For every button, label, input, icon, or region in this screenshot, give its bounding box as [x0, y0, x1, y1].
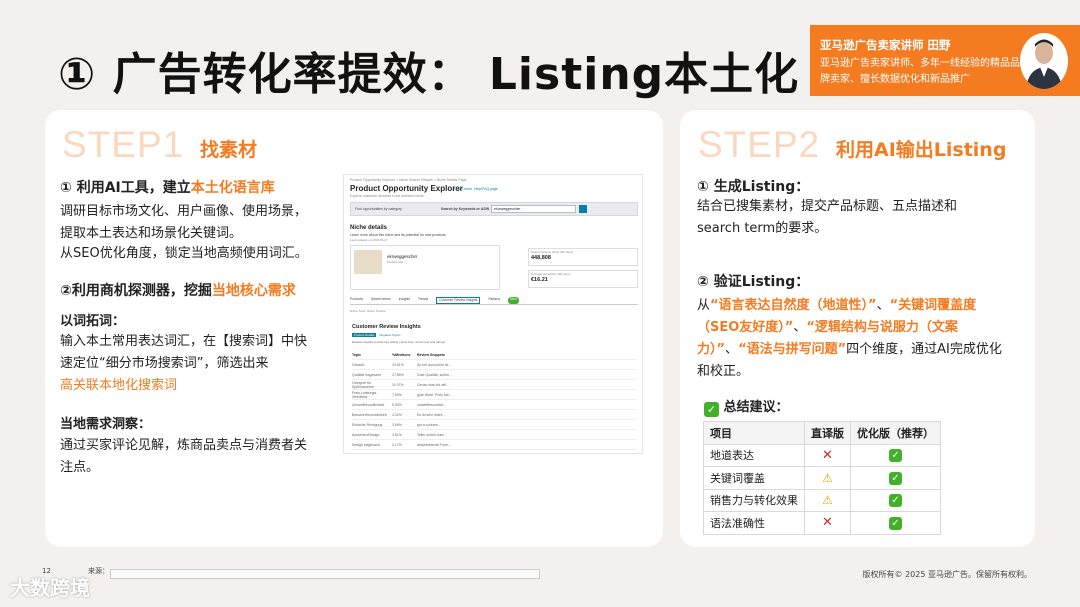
- step2-paragraph-1: 结合已搜集素材，提交产品标题、五点描述和search term的要求。: [697, 199, 958, 236]
- table-row: Design insgesamt 3.17% ansprechende Form..…: [352, 440, 636, 450]
- step1-paragraph-3: 输入本土常用表达词汇，在【搜索词】中快速定位“细分市场搜索词”，筛选出来 高关联本…: [60, 334, 308, 393]
- screenshot-learn-link[interactable]: Learn more: [454, 187, 472, 191]
- metric-average-price: Average price(Past 360 days) €16.21: [528, 270, 638, 288]
- copyright: 版权所有© 2025 亚马逊广告。保留所有权利。: [862, 570, 1032, 579]
- speaker-description: 亚马逊广告卖家讲师、多年一线经验的精品品牌卖家、擅长数据优化和新品推广: [820, 58, 1020, 85]
- table-row: Geeignet für Spülmaschine 11.07% Genau was…: [352, 380, 636, 390]
- tab-products[interactable]: Products: [350, 297, 363, 304]
- table-header: Topic %Mentions Review Snippets: [352, 350, 636, 360]
- cross-icon: ✕: [822, 447, 833, 463]
- step1-label: STEP1: [62, 124, 185, 165]
- find-by-category[interactable]: Find opportunities by category: [355, 207, 402, 211]
- product-details-button[interactable]: Product Details: [352, 333, 377, 337]
- step2-label: STEP2: [698, 124, 821, 165]
- step1-sub-heading-1: 以词拓词：: [60, 314, 126, 329]
- cross-icon: ✕: [822, 515, 833, 531]
- product-opportunity-explorer-screenshot: Product Opportunity Explorer > Niche Sea…: [343, 174, 643, 454]
- check-icon: ✓: [889, 516, 902, 530]
- step2-subtitle: 利用AI输出Listing: [836, 139, 1007, 161]
- screenshot-search-input[interactable]: ekurweggeschier: [491, 205, 576, 213]
- screenshot-breadcrumb: Product Opportunity Explorer > Niche Sea…: [350, 178, 467, 182]
- step2-paragraph-2: 从“语言表达自然度（地道性）”、“关键词覆盖度（SEO友好度）”、“逻辑结构与说…: [697, 298, 1002, 379]
- step2-heading-1: ① 生成Listing：: [697, 179, 810, 195]
- table-row: Umweltfreundlichkeit 5.30% umweltfreundlic…: [352, 400, 636, 410]
- summary-heading: ✓ 总结建议：: [704, 396, 789, 417]
- table-row: 地道表达 ✕ ✓: [703, 443, 941, 467]
- warning-icon: ⚠: [822, 470, 833, 485]
- table-row: 语法准确性 ✕ ✓: [703, 511, 941, 535]
- check-icon: ✓: [889, 494, 902, 508]
- source-box: [110, 569, 540, 579]
- speaker-banner: 亚马逊广告卖家讲师 田野 亚马逊广告卖家讲师、多年一线经验的精品品牌卖家、擅长数…: [810, 25, 1080, 96]
- check-icon: ✓: [889, 471, 902, 485]
- col-item: 项目: [703, 421, 805, 445]
- review-insights-table: Topic %Mentions Review Snippets Gesamt 19.6…: [352, 350, 636, 450]
- slide: ① 广告转化率提效： Listing本土化 亚马逊广告卖家讲师 田野 亚马逊广告…: [0, 0, 1080, 607]
- table-row: Qualität insgesamt 17.89% Gute Qualität, s…: [352, 370, 636, 380]
- avatar: [1020, 33, 1068, 89]
- step1-heading-2: ②利用商机探测器，挖掘当地核心需求: [60, 283, 296, 299]
- tab-trends[interactable]: Trends: [418, 297, 428, 304]
- insight-description: Review insights provide key selling poin…: [352, 340, 446, 344]
- table-row: Aussehen/Design 3.81% Teller schön bunt...: [352, 430, 636, 440]
- page-title: ① 广告转化率提效： Listing本土化: [58, 49, 800, 100]
- product-card[interactable]: ekrweggeschirr Kinderkonig: [350, 245, 500, 290]
- col-direct: 直译版: [804, 421, 851, 445]
- screenshot-title: Product Opportunity Explorer: [350, 184, 463, 193]
- table-row: Preis-Leistungs-Verhältnis 7.69% gute Ware…: [352, 390, 636, 400]
- step1-sub-heading-2: 当地需求洞察：: [60, 417, 152, 432]
- screenshot-subtitle: Explore customer demand in the selected …: [350, 194, 424, 198]
- customer-review-insights-title: Customer Review Insights: [352, 324, 421, 330]
- table-row: Benutzerfreundlichkeit 4.32% Es ist sehr l…: [352, 410, 636, 420]
- niche-details-desc: Learn more about this niche and its pote…: [350, 233, 446, 237]
- search-by-keywords-label: Search by Keywords or ASIN: [441, 207, 490, 211]
- tab-insights[interactable]: Insights: [399, 297, 410, 304]
- tab-returns[interactable]: Returns: [488, 297, 500, 304]
- step1-paragraph-4: 通过买家评论见解，炼商品卖点与消费者关注点。: [60, 438, 308, 475]
- insight-buttons: Product Details Negative Topics: [352, 333, 400, 337]
- metric-search-volume: Search Volume (Past 360 days) 448,808: [528, 248, 638, 266]
- screenshot-help-link[interactable]: Help/FAQ page: [474, 187, 498, 191]
- table-row: 销售力与转化效果 ⚠ ✓: [703, 488, 941, 512]
- table-row: 关键词覆盖 ⚠ ✓: [703, 466, 941, 490]
- tab-customer-review-insights[interactable]: Customer Review Insights: [436, 297, 481, 304]
- comparison-table: 项目 直译版 优化版（推荐） 地道表达 ✕ ✓ 关键词覆盖 ⚠ ✓ 销售力与转化…: [703, 421, 941, 535]
- source-label: 来源：: [88, 567, 109, 575]
- product-image: [354, 250, 382, 274]
- step1-subtitle: 找素材: [200, 139, 258, 161]
- screenshot-search-bar: Find opportunities by category Search by…: [350, 202, 638, 216]
- search-button[interactable]: [579, 205, 587, 213]
- niche-details-title: Niche details: [350, 225, 388, 231]
- tab-search-terms[interactable]: Search terms: [371, 297, 391, 304]
- warning-icon: ⚠: [822, 493, 833, 508]
- step2-heading-2: ② 验证Listing：: [697, 274, 810, 290]
- screenshot-crumbs: Niche Tools: Niche Tutorial: [350, 309, 386, 313]
- product-sub: Kinderkonig: [387, 260, 403, 264]
- new-badge: New: [507, 297, 519, 304]
- table-row: Gesamt 19.61% So toll und schön ist...: [352, 360, 636, 370]
- check-icon: ✓: [889, 449, 902, 463]
- watermark-logo: 大数跨境: [10, 576, 90, 600]
- step1-paragraph-1: 调研目标市场文化、用户画像、使用场景，提取本土表达和场景化关键词。: [60, 204, 308, 241]
- check-box-icon: ✓: [704, 402, 719, 417]
- step1-paragraph-2: 从SEO优化角度，锁定当地高频使用词汇。: [60, 246, 308, 261]
- screenshot-tabs: Products Search terms Insights Trends Cu…: [350, 297, 638, 305]
- table-row: Einfache Reinigung 3.69% gut zu putzen...: [352, 420, 636, 430]
- col-optimized: 优化版（推荐）: [850, 421, 941, 445]
- negative-topics-button[interactable]: Negative Topics: [379, 333, 400, 337]
- niche-last-updated: Last updated on 2025-06-07: [350, 238, 388, 242]
- step1-heading-1: ① 利用AI工具，建立本土化语言库: [60, 180, 275, 196]
- product-name: ekrweggeschirr: [387, 254, 418, 259]
- table-header: 项目 直译版 优化版（推荐）: [703, 421, 941, 445]
